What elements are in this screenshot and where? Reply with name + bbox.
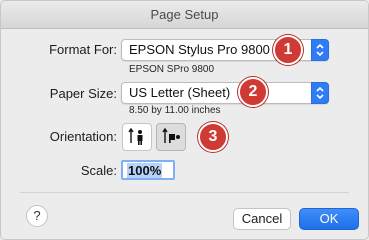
callout-badge-2: 2 bbox=[238, 77, 268, 107]
popup-stepper-icon bbox=[311, 39, 329, 61]
popup-stepper-icon bbox=[311, 82, 329, 104]
scale-value: 100% bbox=[127, 163, 163, 178]
format-for-subtitle: EPSON SPro 9800 bbox=[129, 64, 215, 75]
scale-input[interactable]: 100% bbox=[121, 160, 175, 180]
help-button[interactable]: ? bbox=[26, 205, 48, 227]
landscape-icon bbox=[162, 127, 180, 143]
page-setup-dialog: Page Setup Format For: EPSON Stylus Pro … bbox=[0, 0, 369, 240]
format-for-label: Format For: bbox=[49, 42, 117, 57]
paper-size-label: Paper Size: bbox=[49, 86, 117, 101]
ok-button[interactable]: OK bbox=[299, 208, 359, 230]
divider bbox=[20, 192, 349, 193]
scale-label: Scale: bbox=[80, 163, 117, 178]
paper-size-popup[interactable]: US Letter (Sheet) bbox=[121, 82, 329, 104]
window-title: Page Setup bbox=[1, 1, 368, 29]
orientation-label: Orientation: bbox=[49, 129, 117, 144]
callout-badge-1: 1 bbox=[273, 35, 303, 65]
paper-size-subtitle: 8.50 by 11.00 inches bbox=[129, 105, 221, 116]
format-for-value: EPSON Stylus Pro 9800 bbox=[129, 42, 270, 57]
cancel-button[interactable]: Cancel bbox=[233, 208, 291, 230]
orientation-landscape-button[interactable] bbox=[156, 123, 186, 151]
orientation-portrait-button[interactable] bbox=[122, 123, 152, 151]
paper-size-value: US Letter (Sheet) bbox=[129, 85, 231, 100]
callout-badge-3: 3 bbox=[198, 122, 228, 152]
portrait-icon bbox=[128, 127, 143, 145]
